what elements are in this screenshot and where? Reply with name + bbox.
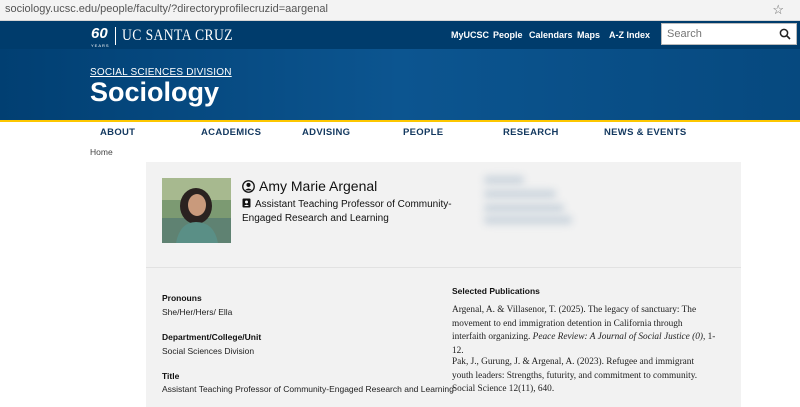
department-title[interactable]: Sociology (90, 77, 219, 108)
publication-citation: Pak, J., Gurung, J. & Argenal, A. (2023)… (452, 357, 698, 394)
browser-address-bar[interactable]: sociology.ucsc.edu/people/faculty/?direc… (0, 0, 800, 21)
link-calendars[interactable]: Calendars (529, 30, 573, 40)
publication-journal: Peace Review: A Journal of Social Justic… (532, 332, 703, 342)
profile-name-row: Amy Marie Argenal (242, 178, 377, 194)
title-label: Title (162, 371, 180, 381)
pronouns-label: Pronouns (162, 293, 202, 303)
nav-research[interactable]: RESEARCH (503, 127, 559, 138)
nav-about[interactable]: ABOUT (100, 127, 135, 138)
publication-item: Argenal, A. & Villasenor, T. (2025). The… (452, 304, 717, 358)
nav-people[interactable]: PEOPLE (403, 127, 443, 138)
nav-academics[interactable]: ACADEMICS (201, 127, 261, 138)
ucsc-logo[interactable]: 60 YEARS UC SANTA CRUZ (91, 25, 252, 48)
bookmark-star-icon[interactable]: ☆ (772, 2, 784, 18)
main-navigation: ABOUT ACADEMICS ADVISING PEOPLE RESEARCH… (0, 122, 800, 144)
title-value: Assistant Teaching Professor of Communit… (162, 384, 454, 394)
breadcrumb-home[interactable]: Home (90, 147, 113, 157)
profile-title-row: Assistant Teaching Professor of Communit… (242, 198, 482, 226)
search-icon[interactable] (779, 28, 791, 40)
search-input[interactable] (662, 24, 772, 44)
nav-news-events[interactable]: NEWS & EVENTS (604, 127, 687, 138)
profile-title: Assistant Teaching Professor of Communit… (242, 199, 452, 224)
publication-item: Pak, J., Gurung, J. & Argenal, A. (2023)… (452, 356, 717, 397)
link-a-z-index[interactable]: A-Z Index (609, 30, 650, 40)
link-maps[interactable]: Maps (577, 30, 600, 40)
link-people[interactable]: People (493, 30, 523, 40)
sixty-years-mark: 60 YEARS (91, 25, 110, 48)
department-banner: SOCIAL SCIENCES DIVISION Sociology (0, 49, 800, 120)
logo-divider (114, 27, 116, 45)
department-value: Social Sciences Division (162, 346, 255, 356)
url-text[interactable]: sociology.ucsc.edu/people/faculty/?direc… (5, 3, 328, 15)
logo-number: 60 (91, 24, 108, 42)
nav-advising[interactable]: ADVISING (302, 127, 350, 138)
person-circle-icon (242, 179, 255, 193)
card-divider (146, 267, 741, 268)
logo-years: YEARS (91, 42, 110, 48)
link-myucsc[interactable]: MyUCSC (451, 30, 489, 40)
id-badge-icon (242, 198, 251, 208)
logo-text: UC SANTA CRUZ (121, 27, 233, 44)
pronouns-value: She/Her/Hers/ Ella (162, 307, 233, 317)
profile-name: Amy Marie Argenal (259, 178, 378, 194)
search-box[interactable] (661, 23, 797, 45)
department-label: Department/College/Unit (162, 332, 262, 342)
profile-photo (162, 178, 231, 243)
publications-heading: Selected Publications (452, 286, 540, 296)
